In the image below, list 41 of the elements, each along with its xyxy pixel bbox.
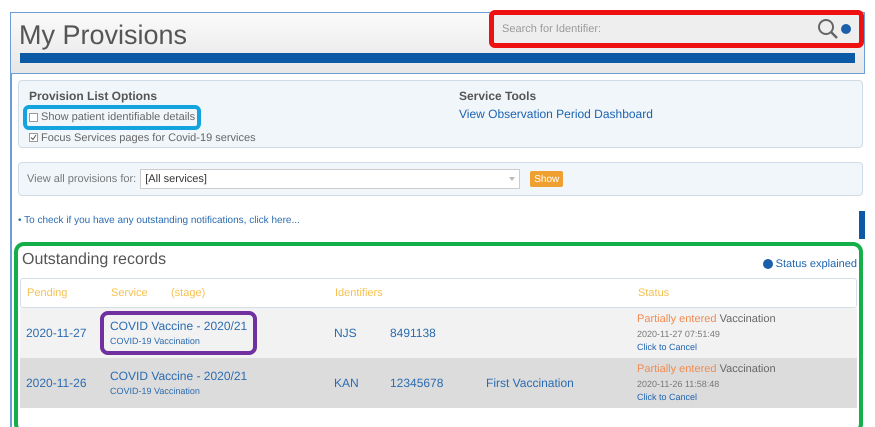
- column-header: Status: [638, 286, 670, 301]
- table-cell-text: NJS: [334, 325, 358, 342]
- info-icon[interactable]: [841, 24, 851, 34]
- info-icon: [762, 258, 773, 269]
- dashboard-link[interactable]: View Observation Period Dashboard: [459, 105, 653, 123]
- table-cell-text: 12345678: [390, 375, 444, 392]
- search-field[interactable]: Search for Identifier:: [489, 10, 864, 48]
- checkbox[interactable]: [29, 112, 38, 122]
- column-header: Service: [111, 286, 149, 301]
- service-link[interactable]: COVID Vaccine - 2020/21 COVID-19 Vaccination: [110, 367, 248, 399]
- status-text: Partially entered Vaccination: [637, 312, 776, 328]
- table-cell-text: 2020-11-27: [26, 325, 88, 342]
- table-cell-text: 2020-11-26: [26, 375, 88, 392]
- table-row[interactable]: 2020-11-27 COVID Vaccine - 2020/21 COVID-19 Vaccination NJS 8491138 Partially entered Vaccination 2020-11-27 07:51:49 Click to Cancel: [20, 308, 857, 358]
- panel-title: Service Tools: [459, 88, 538, 105]
- cancel-link[interactable]: Click to Cancel: [637, 391, 698, 405]
- table-cell-text: KAN: [334, 375, 360, 392]
- status-timestamp: 2020-11-27 07:51:49: [637, 328, 721, 341]
- page-title: My Provisions: [19, 19, 188, 52]
- checkbox[interactable]: [29, 133, 38, 142]
- column-header: (stage): [171, 286, 206, 301]
- column-header: Pending: [27, 286, 68, 301]
- column-header: Identifiers: [335, 286, 384, 301]
- notifications-link[interactable]: • To check if you have any outstanding notifications, click here...: [18, 212, 300, 228]
- table-cell-text: First Vaccination: [486, 375, 575, 392]
- status-text: Partially entered Vaccination: [637, 362, 776, 378]
- table-cell-text: 8491138: [390, 325, 437, 342]
- checkbox-option[interactable]: Focus Services pages for Covid-19 services: [29, 130, 256, 146]
- search-input[interactable]: Search for Identifier:: [502, 20, 817, 38]
- filter-label: View all provisions for:: [27, 172, 136, 187]
- service-dropdown[interactable]: [All services]: [140, 169, 520, 189]
- caret-icon: [509, 177, 516, 181]
- checkbox-option[interactable]: Show patient identifiable details: [23, 105, 202, 130]
- cancel-link[interactable]: Click to Cancel: [637, 341, 698, 355]
- status-timestamp: 2020-11-26 11:58:48: [637, 378, 720, 391]
- search-icon[interactable]: [817, 18, 839, 40]
- status-help-link[interactable]: Status explained: [762, 256, 857, 272]
- panel-title: Provision List Options: [29, 88, 158, 105]
- table-row[interactable]: 2020-11-26 COVID Vaccine - 2020/21 COVID-19 Vaccination KAN 12345678 First Vaccination Partially entered Vaccination 2020-11-26 11:58:48 Click to Cancel: [20, 358, 857, 408]
- service-link[interactable]: COVID Vaccine - 2020/21 COVID-19 Vaccination: [100, 311, 258, 355]
- section-title: Outstanding records: [22, 250, 166, 270]
